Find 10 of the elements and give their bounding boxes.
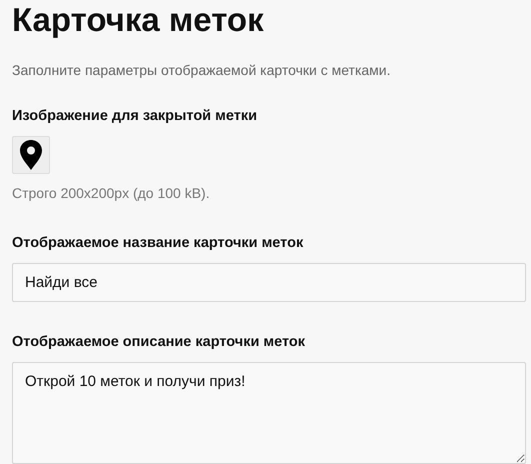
image-upload[interactable] [12,136,50,174]
input-field[interactable]: Найди все [12,263,526,302]
page-title: Карточка меток [12,0,264,40]
map-pin-icon [20,140,42,170]
textarea-field[interactable]: Открой 10 меток и получи приз! [12,362,526,464]
field-label: Отображаемое описание карточки меток [12,333,306,352]
field-label: Отображаемое название карточки меток [12,234,304,253]
page-subtitle: Заполните параметры отображаемой карточки с метками. [12,61,391,80]
field-label: Изображение для закрытой метки [12,107,257,126]
image-hint: Строго 200x200px (до 100 kB). [12,184,210,203]
